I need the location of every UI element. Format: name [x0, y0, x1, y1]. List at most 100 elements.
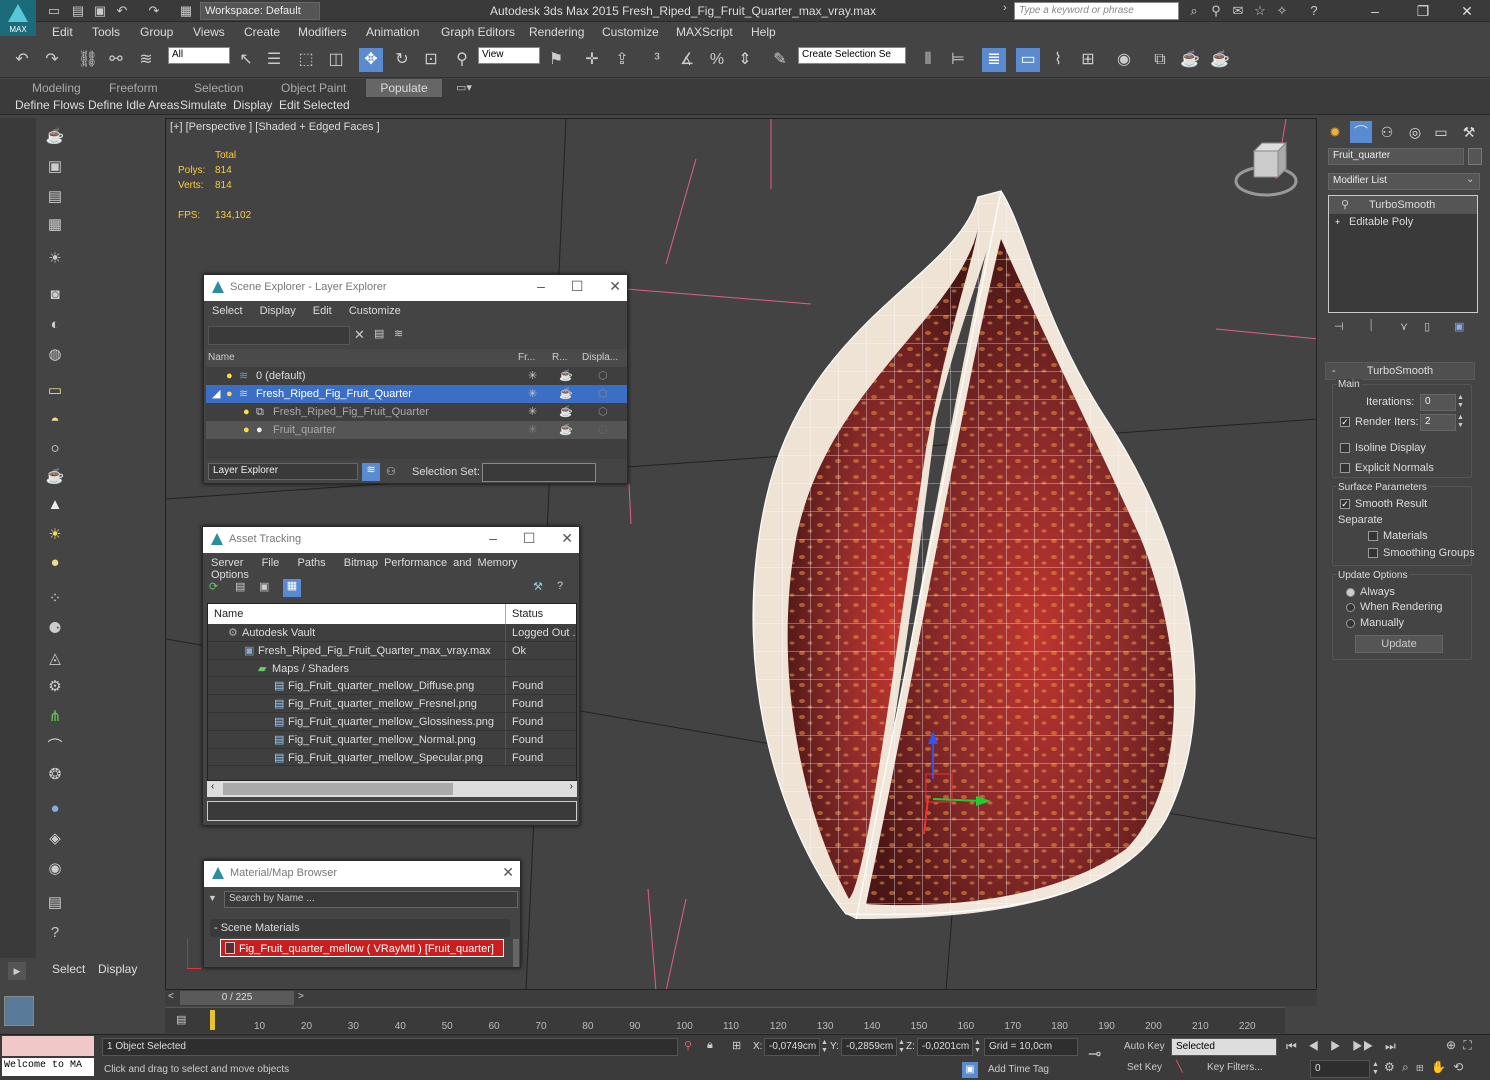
star-icon[interactable]: ☆ [1252, 3, 1268, 19]
new-layer-icon[interactable]: ▤ [374, 327, 384, 340]
auto-key-button[interactable]: Auto Key [1124, 1041, 1165, 1052]
set-key-icon[interactable]: ⊸ [1088, 1044, 1101, 1064]
open-file-icon[interactable]: ▤ [70, 3, 86, 19]
window-controls[interactable]: – ☐ ✕ [537, 278, 621, 295]
at-menu-file[interactable]: File [262, 557, 280, 569]
table-row[interactable]: ▤ Fig_Fruit_quarter_mellow_Specular.png Fo… [208, 748, 576, 767]
key-mode-dropdown[interactable]: Selected [1171, 1038, 1277, 1056]
clear-search-icon[interactable]: ✕ [354, 327, 365, 343]
tab-object-paint[interactable]: Object Paint [281, 81, 346, 95]
menu-rendering[interactable]: Rendering [529, 25, 584, 39]
spinner-arrows-icon[interactable]: ▲ ▼ [1372, 1061, 1379, 1077]
maxscript-mini-listener[interactable]: Welcome to MA [2, 1058, 94, 1076]
bulb-icon[interactable]: ● [243, 403, 250, 421]
binoculars-icon[interactable]: ⌕ [1186, 3, 1202, 19]
named-selection-icon[interactable]: ✎ [768, 48, 792, 72]
film-icon[interactable]: ◍ [44, 344, 66, 366]
align-icon[interactable]: ⊨ [946, 48, 970, 72]
link-icon[interactable]: ⛓ [76, 48, 100, 72]
manipulate-icon[interactable]: ✛ [580, 48, 604, 72]
select-object-icon[interactable]: ↖ [234, 48, 258, 72]
make-unique-icon[interactable]: ⋎ [1400, 320, 1408, 333]
display-box-icon[interactable]: ⬡ [598, 367, 608, 385]
render-icon[interactable]: ☕ [1208, 48, 1232, 72]
document-icon[interactable]: ▤ [44, 892, 66, 914]
selection-set-dropdown[interactable]: Create Selection Se [798, 47, 906, 64]
curve-editor-icon[interactable]: ⌇ [1046, 48, 1070, 72]
undo-icon[interactable]: ↶ [10, 48, 34, 72]
menu-modifiers[interactable]: Modifiers [298, 25, 347, 39]
list-item[interactable]: ● ● Fruit_quarter ✳ ☕ ⬡ [206, 421, 627, 439]
collapse-icon[interactable]: ◢ [212, 385, 220, 403]
scene-materials-section[interactable]: - Scene Materials [210, 919, 510, 937]
always-radio[interactable] [1346, 587, 1355, 597]
isoline-row[interactable]: Isoline Display [1340, 442, 1426, 454]
material-editor-icon[interactable]: ◉ [1112, 48, 1136, 72]
time-config-icon[interactable]: ⚙ [1384, 1060, 1395, 1074]
table-row[interactable]: ▤ Fig_Fruit_quarter_mellow_Glossiness.png… [208, 712, 576, 731]
table-row[interactable]: ▤ Fig_Fruit_quarter_mellow_Fresnel.png Fou… [208, 695, 576, 713]
sun-icon[interactable]: ☀ [44, 524, 66, 546]
display-box-icon[interactable]: ⬡ [598, 403, 608, 421]
render-iters-checkbox[interactable]: ✓ [1340, 417, 1350, 428]
plane-icon[interactable]: ▭ [44, 380, 66, 402]
rotate-icon[interactable]: ↻ [390, 48, 414, 72]
list-item[interactable]: ◢ ● ≋ Fresh_Riped_Fig_Fruit_Quarter ✳ ☕ ⬡ [206, 385, 627, 403]
prev-frame-icon[interactable]: < [168, 991, 174, 1002]
isolate-icon[interactable]: ⚲ [684, 1039, 692, 1052]
menu-graph-editors[interactable]: Graph Editors [441, 25, 515, 39]
freeze-icon[interactable]: ✳ [528, 403, 537, 421]
menu-maxscript[interactable]: MAXScript [676, 25, 733, 39]
grass-icon[interactable]: ⋔ [44, 706, 66, 728]
scrollbar-thumb[interactable] [223, 783, 453, 795]
help-icon[interactable]: ? [557, 580, 563, 592]
ribbon-options-icon[interactable]: ▭▾ [456, 81, 472, 94]
object-color-swatch[interactable] [1468, 148, 1482, 165]
set-key-button[interactable]: Set Key [1127, 1062, 1162, 1073]
menu-group[interactable]: Group [140, 25, 173, 39]
list-item[interactable]: ● ⧉ Fresh_Riped_Fig_Fruit_Quarter ✳ ☕ ⬡ [206, 403, 627, 421]
disc-icon[interactable]: ● [44, 552, 66, 574]
chevron-down-icon[interactable]: ⌄ [1466, 174, 1474, 185]
dome-icon[interactable]: ◓ [44, 410, 66, 432]
show-end-result-icon[interactable]: ⏐ [1368, 320, 1374, 333]
se-col-render[interactable]: R... [552, 349, 568, 367]
rect-selection-icon[interactable]: ⬚ [294, 48, 318, 72]
stack-item-turbosmooth[interactable]: ⚲ TurboSmooth [1329, 196, 1477, 214]
material-search-input[interactable]: Search by Name ... [224, 891, 518, 908]
play-icon[interactable]: ▶ [8, 962, 26, 980]
render-iters-spinner[interactable]: 2 [1420, 414, 1456, 431]
explicit-normals-row[interactable]: Explicit Normals [1340, 462, 1434, 474]
time-slider-thumb[interactable]: 0 / 225 [180, 991, 294, 1005]
selection-filter-dropdown[interactable]: All [168, 47, 230, 64]
time-slider[interactable] [165, 990, 1317, 1006]
se-col-freeze[interactable]: Fr... [518, 349, 535, 367]
material-icon[interactable]: ◈ [44, 828, 66, 850]
modifier-list-dropdown[interactable]: Modifier List [1328, 173, 1480, 190]
viewport-nav-controls[interactable]: ⌕ ⊞ ✋ ⟲ [1402, 1060, 1463, 1075]
tab-freeform[interactable]: Freeform [109, 81, 158, 95]
viewport-nav-controls-top[interactable]: ⊕ ⛶ [1446, 1038, 1472, 1053]
at-col-status[interactable]: Status [505, 604, 543, 624]
maximize-icon[interactable]: ❐ [1408, 2, 1438, 20]
mini-curve-icon[interactable]: ▤ [176, 1013, 186, 1026]
materials-checkbox[interactable] [1368, 531, 1378, 542]
se-col-display[interactable]: Displa... [582, 349, 618, 367]
help-icon[interactable]: ? [1306, 3, 1322, 19]
z-coordinate[interactable]: -0,0201cm [917, 1038, 973, 1056]
help-circle-icon[interactable]: ? [44, 922, 66, 944]
left-select-tab[interactable]: Select [52, 962, 85, 976]
materials-row[interactable]: Materials [1368, 530, 1428, 542]
close-icon[interactable]: ✕ [1452, 2, 1482, 20]
bulb-icon[interactable]: ● [243, 421, 250, 439]
app-logo[interactable]: MAX [0, 0, 36, 36]
options-arrow-icon[interactable]: ▼ [208, 893, 217, 903]
left-display-tab[interactable]: Display [98, 962, 137, 976]
display-tab-icon[interactable]: ▭ [1430, 121, 1452, 143]
expand-icon[interactable]: + [1335, 214, 1340, 230]
light-icon[interactable]: ☀ [44, 248, 66, 270]
horizontal-scrollbar[interactable]: ‹ › [207, 781, 577, 797]
se-menu-select[interactable]: Select [212, 305, 243, 317]
manually-row[interactable]: Manually [1346, 617, 1404, 629]
define-idle-areas-button[interactable]: Define Idle Areas [88, 98, 179, 112]
